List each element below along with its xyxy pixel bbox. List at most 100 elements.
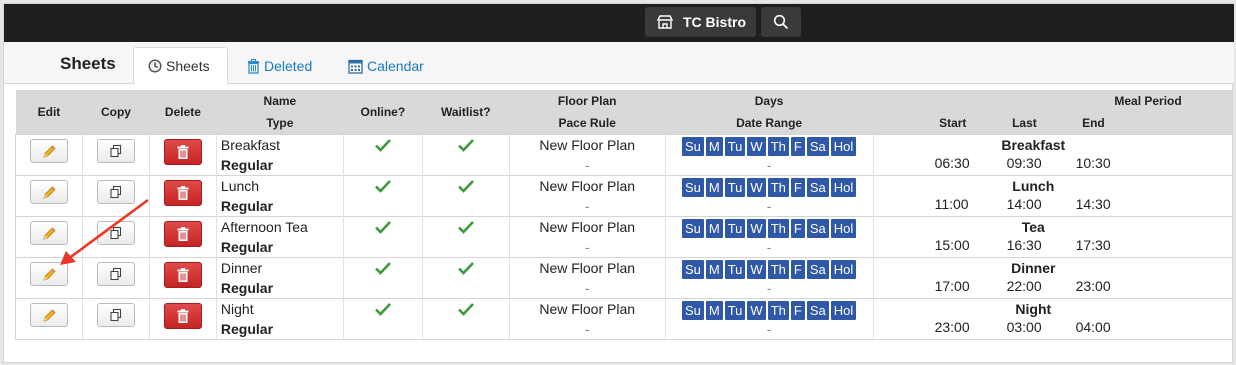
start-time: 23:00: [934, 318, 970, 335]
sheet-type: Regular: [220, 238, 274, 255]
copy-button[interactable]: [96, 261, 135, 286]
meal-times: 15:00 16:30 17:30: [874, 237, 1233, 257]
floor-cell: New Floor Plan -: [508, 256, 666, 298]
day-badge[interactable]: Th: [767, 177, 789, 197]
floor-cell: New Floor Plan -: [508, 174, 666, 216]
day-badge[interactable]: M: [705, 300, 723, 320]
day-badge[interactable]: Su: [681, 136, 704, 156]
day-badge[interactable]: Tu: [724, 259, 746, 279]
tab-sheets[interactable]: Sheets: [133, 47, 228, 85]
edit-button[interactable]: [29, 261, 68, 286]
meal-period-name: Dinner: [1011, 259, 1056, 276]
delete-button[interactable]: [163, 179, 202, 206]
col-delete: Delete: [149, 90, 217, 134]
day-badge[interactable]: Th: [767, 259, 789, 279]
day-badge[interactable]: Sa: [806, 177, 829, 197]
day-badge[interactable]: W: [747, 136, 766, 156]
copy-button[interactable]: [96, 179, 135, 204]
day-badge[interactable]: M: [705, 177, 723, 197]
venue-name: TC Bistro: [683, 14, 746, 30]
col-date-range: Date Range: [665, 112, 874, 134]
floor-plan: New Floor Plan: [539, 218, 636, 235]
day-badge[interactable]: F: [790, 177, 805, 197]
edit-button[interactable]: [29, 302, 68, 327]
day-badge[interactable]: W: [747, 259, 766, 279]
edit-button[interactable]: [29, 220, 68, 245]
day-badge[interactable]: M: [705, 136, 723, 156]
edit-cell: [15, 297, 83, 340]
day-badge[interactable]: F: [790, 136, 805, 156]
end-time: 04:00: [1075, 318, 1111, 335]
day-badge[interactable]: F: [790, 218, 805, 238]
table-row: Lunch Regular New Floor Plan - Su M Tu W Th F Sa Ho…: [15, 174, 1233, 216]
copy-button[interactable]: [96, 220, 135, 245]
tab-calendar[interactable]: Calendar: [348, 47, 424, 85]
waitlist-check-icon: [457, 179, 474, 193]
meal-period-name: Breakfast: [1001, 136, 1066, 153]
day-badge[interactable]: M: [705, 218, 723, 238]
meal-times: 11:00 14:00 14:30: [874, 196, 1233, 216]
day-badge[interactable]: M: [705, 259, 723, 279]
online-check-icon: [374, 302, 391, 316]
name-cell: Lunch Regular: [215, 174, 344, 216]
delete-button[interactable]: [163, 261, 202, 288]
edit-button[interactable]: [29, 138, 68, 163]
meal-times: 06:30 09:30 10:30: [874, 155, 1233, 175]
day-badge[interactable]: Tu: [724, 177, 746, 197]
day-badge[interactable]: F: [790, 259, 805, 279]
tab-deleted[interactable]: Deleted: [247, 47, 312, 85]
day-badge[interactable]: Hol: [830, 300, 857, 320]
day-badge[interactable]: Sa: [806, 259, 829, 279]
day-badge[interactable]: Th: [767, 300, 789, 320]
day-badge[interactable]: Hol: [830, 136, 857, 156]
delete-button[interactable]: [163, 302, 202, 329]
copy-button[interactable]: [96, 138, 135, 163]
day-badge[interactable]: Hol: [830, 218, 857, 238]
pace-rule: -: [584, 320, 590, 337]
copy-button[interactable]: [96, 302, 135, 327]
sheet-name: Lunch: [220, 177, 260, 194]
day-badge[interactable]: Th: [767, 136, 789, 156]
start-time: 17:00: [934, 277, 970, 294]
sheet-name: Night: [220, 300, 254, 317]
day-badge[interactable]: Tu: [724, 136, 746, 156]
sheet-name: Breakfast: [220, 136, 281, 153]
end-time: 17:30: [1075, 236, 1111, 253]
col-online: Online?: [343, 90, 423, 134]
waitlist-check-icon: [457, 138, 474, 152]
meal-cell: Night 23:00 03:00 04:00: [872, 297, 1233, 340]
edit-cell: [15, 174, 83, 216]
waitlist-cell: [421, 297, 510, 340]
waitlist-check-icon: [457, 220, 474, 234]
edit-button[interactable]: [29, 179, 68, 204]
date-range: -: [766, 238, 772, 255]
day-badge[interactable]: Hol: [830, 177, 857, 197]
day-badge[interactable]: Su: [681, 300, 704, 320]
search-button[interactable]: [761, 7, 801, 37]
delete-button[interactable]: [163, 138, 202, 165]
copy-cell: [81, 174, 150, 216]
day-badge[interactable]: Th: [767, 218, 789, 238]
day-badge[interactable]: Sa: [806, 136, 829, 156]
day-badge[interactable]: W: [747, 218, 766, 238]
end-time: 23:00: [1075, 277, 1111, 294]
days-badges: Su M Tu W Th F Sa Hol: [666, 177, 873, 197]
day-badge[interactable]: Sa: [806, 218, 829, 238]
day-badge[interactable]: Sa: [806, 300, 829, 320]
day-badge[interactable]: Hol: [830, 259, 857, 279]
day-badge[interactable]: Tu: [724, 300, 746, 320]
day-badge[interactable]: Tu: [724, 218, 746, 238]
days-badges: Su M Tu W Th F Sa Hol: [666, 218, 873, 238]
day-badge[interactable]: F: [790, 300, 805, 320]
day-badge[interactable]: W: [747, 177, 766, 197]
day-badge[interactable]: Su: [681, 218, 704, 238]
meal-period-name: Lunch: [1012, 177, 1055, 194]
day-badge[interactable]: Su: [681, 259, 704, 279]
pencil-icon: [43, 267, 56, 281]
delete-button[interactable]: [163, 220, 202, 247]
day-badge[interactable]: W: [747, 300, 766, 320]
delete-cell: [148, 297, 217, 340]
venue-button[interactable]: TC Bistro: [645, 7, 756, 37]
day-badge[interactable]: Su: [681, 177, 704, 197]
trash-icon: [177, 308, 189, 323]
